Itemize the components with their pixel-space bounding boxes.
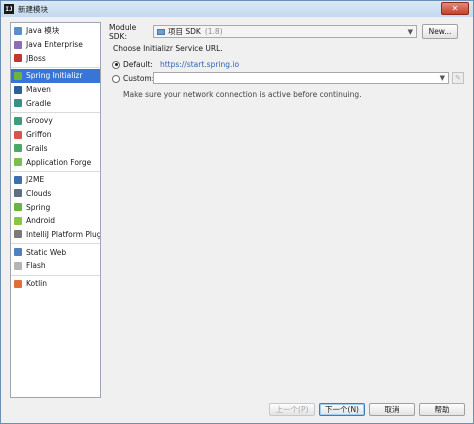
intellij-app-icon: IJ: [4, 4, 14, 14]
sidebar-item-label: Griffon: [26, 130, 52, 140]
griffon-icon: [14, 130, 22, 139]
sidebar-item-label: Static Web: [26, 247, 67, 257]
custom-url-row[interactable]: Custom:: [112, 74, 154, 83]
sidebar-item-java[interactable]: Java 模块: [11, 24, 100, 38]
sidebar-item-label: Spring: [26, 202, 51, 212]
window-title: 新建模块: [18, 4, 48, 14]
sidebar-item-label: Java 模块: [26, 26, 60, 36]
new-sdk-button[interactable]: New...: [422, 24, 458, 39]
spring-initializr-icon: [14, 71, 22, 80]
sidebar-item-groovy[interactable]: Groovy: [11, 114, 100, 128]
sidebar-item-label: Groovy: [26, 116, 53, 126]
sidebar-item-spring[interactable]: Spring: [11, 200, 100, 214]
android-icon: [14, 216, 22, 225]
groovy-icon: [14, 116, 22, 125]
j2me-icon: [14, 175, 22, 184]
sidebar-item-flash[interactable]: Flash: [11, 259, 100, 273]
flash-icon: [14, 261, 22, 270]
sidebar-item-java-enterprise[interactable]: Java Enterprise: [11, 38, 100, 52]
clouds-icon: [14, 189, 22, 198]
module-sdk-label: Module SDK:: [109, 22, 137, 41]
chevron-down-icon[interactable]: ▼: [440, 74, 445, 82]
next-button[interactable]: 下一个(N): [319, 403, 365, 416]
sidebar-item-griffon[interactable]: Griffon: [11, 128, 100, 142]
sdk-value: 项目 SDK: [168, 27, 201, 36]
sidebar-item-label: Spring Initializr: [26, 71, 83, 81]
chevron-down-icon: ▼: [407, 28, 413, 36]
sidebar-item-kotlin[interactable]: Kotlin: [11, 277, 100, 291]
close-button[interactable]: ✕: [441, 2, 469, 15]
help-button[interactable]: 帮助: [419, 403, 465, 416]
sidebar-item-label: Application Forge: [26, 157, 92, 167]
sidebar-item-label: Kotlin: [26, 279, 47, 289]
sidebar-item-jboss[interactable]: JBoss: [11, 51, 100, 65]
module-sdk-dropdown[interactable]: 项目 SDK (1.8) ▼: [153, 25, 417, 38]
sidebar-group: Java 模块 Java Enterprise JBoss: [11, 23, 100, 69]
sidebar-item-label: Flash: [26, 261, 46, 271]
custom-url-input[interactable]: ▼: [153, 72, 449, 84]
sidebar-group: Groovy Griffon Grails Application Forge: [11, 113, 100, 172]
sidebar-group: J2ME Clouds Spring Android IntelliJ Platform…: [11, 172, 100, 245]
plugin-icon: [14, 230, 22, 239]
grails-icon: [14, 144, 22, 153]
cancel-button[interactable]: 取消: [369, 403, 415, 416]
sidebar-item-gradle[interactable]: Gradle: [11, 96, 100, 110]
enterprise-icon: [14, 40, 22, 49]
custom-label: Custom:: [123, 74, 155, 83]
jboss-icon: [14, 54, 22, 63]
sidebar-item-label: J2ME: [26, 175, 45, 185]
module-type-list: Java 模块 Java Enterprise JBoss Spring Initia…: [10, 22, 101, 398]
sidebar-item-static-web[interactable]: Static Web: [11, 245, 100, 259]
custom-radio[interactable]: [112, 74, 120, 83]
sidebar-item-j2me[interactable]: J2ME: [11, 173, 100, 187]
maven-icon: [14, 85, 22, 94]
close-icon: ✕: [451, 4, 459, 13]
sdk-version: (1.8): [204, 27, 223, 36]
default-url-row[interactable]: Default: https://start.spring.io: [112, 60, 239, 69]
gradle-icon: [14, 99, 22, 108]
sidebar-item-label: Android: [26, 216, 55, 226]
sidebar-item-label: Maven: [26, 85, 51, 95]
sidebar-group: Static Web Flash: [11, 244, 100, 276]
sidebar-item-grails[interactable]: Grails: [11, 142, 100, 156]
sidebar-item-clouds[interactable]: Clouds: [11, 187, 100, 201]
network-note: Make sure your network connection is act…: [123, 90, 362, 99]
static-web-icon: [14, 248, 22, 257]
application-forge-icon: [14, 158, 22, 167]
module-sdk-row: Module SDK: 项目 SDK (1.8) ▼ New...: [109, 22, 459, 41]
sidebar-item-application-forge[interactable]: Application Forge: [11, 155, 100, 169]
edit-icon: ✎: [455, 74, 461, 82]
sidebar-item-label: JBoss: [26, 53, 46, 63]
sdk-folder-icon: [157, 28, 165, 35]
sidebar-item-label: Grails: [26, 143, 48, 153]
sidebar-item-android[interactable]: Android: [11, 214, 100, 228]
previous-button[interactable]: 上一个(P): [269, 403, 315, 416]
sidebar-item-spring-initializr[interactable]: Spring Initializr: [11, 69, 100, 83]
sidebar-group: Kotlin: [11, 276, 100, 293]
sidebar-item-maven[interactable]: Maven: [11, 83, 100, 97]
choose-url-label: Choose Initializr Service URL.: [113, 44, 223, 53]
sidebar-group: Spring Initializr Maven Gradle: [11, 68, 100, 114]
title-bar: IJ 新建模块 ✕: [1, 1, 473, 17]
edit-custom-url-button[interactable]: ✎: [452, 72, 464, 84]
sidebar-item-label: Clouds: [26, 188, 52, 198]
default-label: Default:: [123, 60, 153, 69]
sidebar-item-label: Gradle: [26, 98, 51, 108]
folder-icon: [14, 26, 22, 35]
sidebar-item-intellij-platform-plugin[interactable]: IntelliJ Platform Plugin: [11, 228, 100, 242]
kotlin-icon: [14, 279, 22, 288]
sidebar-item-label: IntelliJ Platform Plugin: [26, 229, 101, 239]
sidebar-item-label: Java Enterprise: [26, 40, 83, 50]
default-url-link[interactable]: https://start.spring.io: [160, 60, 239, 69]
default-radio[interactable]: [112, 60, 120, 69]
spring-icon: [14, 203, 22, 212]
new-module-dialog: IJ 新建模块 ✕ Java 模块 Java Enterprise JBoss Spr…: [0, 0, 474, 424]
